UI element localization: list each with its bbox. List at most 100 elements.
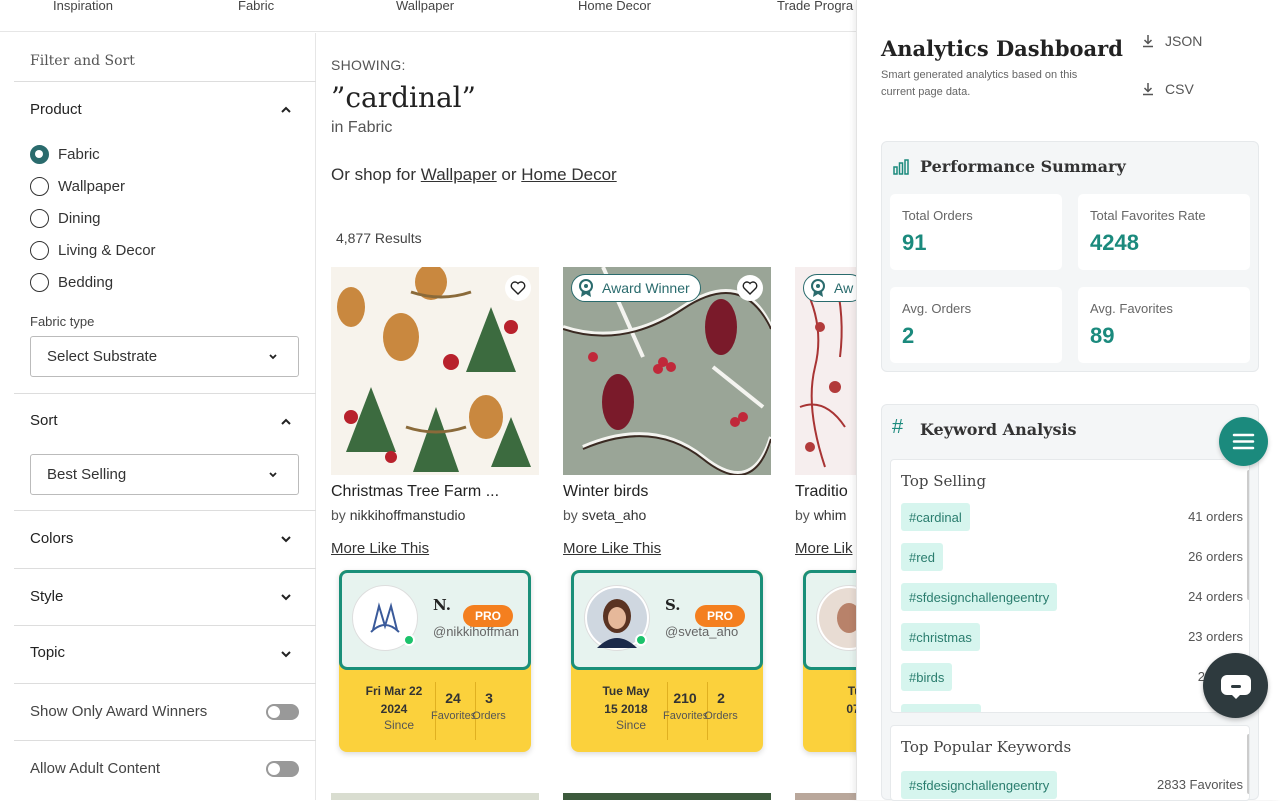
total-favorites-metric: Total Favorites Rate 4248 <box>1078 194 1250 270</box>
nav-home-decor[interactable]: Home Decor <box>578 0 651 13</box>
keyword-tag[interactable]: #sfdesignchallengeentry <box>901 771 1058 799</box>
radio-dining[interactable]: Dining <box>30 207 101 229</box>
author-link[interactable]: whim <box>814 507 847 523</box>
since-label: S <box>813 718 860 732</box>
since-date-line-2: 2024 <box>380 702 408 716</box>
chevron-up-icon[interactable] <box>280 416 292 428</box>
menu-fab-button[interactable] <box>1219 417 1268 466</box>
top-navigation: Inspiration Fabric Wallpaper Home Decor … <box>0 0 860 32</box>
csv-download-button[interactable]: CSV <box>1141 81 1194 97</box>
product-heading[interactable]: Product <box>30 101 82 118</box>
nav-fabric[interactable]: Fabric <box>238 0 274 13</box>
product-image[interactable]: Aw <box>795 267 860 475</box>
chevron-down-icon[interactable] <box>280 591 292 603</box>
home-decor-link[interactable]: Home Decor <box>521 165 616 184</box>
product-title[interactable]: Winter birds <box>563 483 771 501</box>
keyword-tag[interactable]: #cardinal <box>901 503 970 531</box>
sort-heading[interactable]: Sort <box>30 412 58 429</box>
select-value: Select Substrate <box>47 348 158 365</box>
metric-label: Avg. Orders <box>902 301 972 316</box>
more-like-this-link[interactable]: More Lik <box>795 540 860 557</box>
radio-fabric[interactable]: Fabric <box>30 143 100 165</box>
keyword-row[interactable]: #sfdesignchallengeentry 24 orders <box>901 583 1243 613</box>
divider <box>14 393 316 394</box>
json-download-button[interactable]: JSON <box>1141 33 1202 49</box>
product-title[interactable]: Traditio <box>795 483 860 501</box>
keyword-row[interactable]: #birds21 o <box>901 663 1243 693</box>
more-like-this-link[interactable]: More Like This <box>563 540 771 557</box>
keyword-tag[interactable]: #birds <box>901 663 953 691</box>
award-winners-toggle[interactable] <box>266 704 299 720</box>
keyword-tag-partial[interactable] <box>901 704 981 712</box>
favorite-heart-icon[interactable] <box>505 275 531 301</box>
orders-count: 3 <box>485 690 493 706</box>
author-link[interactable]: nikkihoffmanstudio <box>350 507 466 523</box>
pro-badge: PRO <box>695 605 745 627</box>
product-image-preview[interactable] <box>331 793 539 800</box>
product-card[interactable]: Award Winner Winter birds by sveta_aho M… <box>563 267 771 557</box>
radio-icon[interactable] <box>30 208 49 228</box>
keyword-row[interactable]: #christmas 23 orders <box>901 623 1243 653</box>
radio-bedding[interactable]: Bedding <box>30 271 113 293</box>
keyword-row[interactable]: #red 26 orders <box>901 543 1243 573</box>
radio-icon[interactable] <box>30 240 49 260</box>
product-title[interactable]: Christmas Tree Farm ... <box>331 483 539 501</box>
avatar[interactable] <box>817 586 860 650</box>
nav-inspiration[interactable]: Inspiration <box>53 0 113 13</box>
since-date-line-1: Tue <box>847 684 860 698</box>
radio-living-decor[interactable]: Living & Decor <box>30 239 156 261</box>
keyword-tag[interactable]: #sfdesignchallengeentry <box>901 583 1058 611</box>
designer-card[interactable]: N. @nikkihoffman PRO Fri Mar 22 2024 Sinc… <box>339 570 531 752</box>
author-link[interactable]: sveta_aho <box>582 507 647 523</box>
product-image-preview[interactable] <box>795 793 860 800</box>
adult-content-toggle[interactable] <box>266 761 299 777</box>
scrollbar[interactable] <box>1247 470 1249 600</box>
topic-heading[interactable]: Topic <box>30 644 65 661</box>
chevron-down-icon[interactable] <box>280 533 292 545</box>
wallpaper-link[interactable]: Wallpaper <box>421 165 497 184</box>
scrollbar[interactable] <box>1247 734 1249 794</box>
product-image[interactable]: Award Winner <box>563 267 771 475</box>
radio-label: Wallpaper <box>58 177 125 195</box>
designer-initial: S. <box>665 596 681 614</box>
by-label: by <box>331 507 346 523</box>
product-card[interactable]: Christmas Tree Farm ... by nikkihoffmans… <box>331 267 539 557</box>
chevron-up-icon[interactable] <box>280 104 292 116</box>
radio-wallpaper[interactable]: Wallpaper <box>30 175 125 197</box>
keyword-row[interactable]: #cardinal 41 orders <box>901 503 1243 533</box>
divider <box>14 81 316 82</box>
product-card[interactable]: Aw Traditio by whim More Lik <box>795 267 860 557</box>
product-image[interactable] <box>331 267 539 475</box>
radio-selected-icon[interactable] <box>30 144 49 164</box>
favorite-heart-icon[interactable] <box>737 275 763 301</box>
avg-favorites-metric: Avg. Favorites 89 <box>1078 287 1250 363</box>
substrate-select[interactable]: Select Substrate <box>30 336 299 377</box>
bar-chart-icon <box>893 159 909 175</box>
product-image-preview[interactable] <box>563 793 771 800</box>
designer-card[interactable]: S. @sveta_aho PRO Tue May 15 2018 Since 2… <box>571 570 763 752</box>
nav-trade-program[interactable]: Trade Progra <box>777 0 853 13</box>
designer-card[interactable]: Tue 07 2 S <box>803 570 860 752</box>
divider <box>14 510 316 511</box>
hash-icon: # <box>892 416 904 438</box>
nav-wallpaper[interactable]: Wallpaper <box>396 0 454 13</box>
sort-select[interactable]: Best Selling <box>30 454 299 495</box>
more-like-this-link[interactable]: More Like This <box>331 540 539 557</box>
chevron-down-icon[interactable] <box>280 648 292 660</box>
adult-content-label: Allow Adult Content <box>30 760 161 777</box>
radio-icon[interactable] <box>30 272 49 292</box>
chat-fab-button[interactable] <box>1203 653 1268 718</box>
keyword-tag[interactable]: #red <box>901 543 944 571</box>
download-icon <box>1143 83 1153 96</box>
orders-label: Orders <box>704 710 738 722</box>
by-label: by <box>563 507 578 523</box>
orders-count: 2 <box>717 690 725 706</box>
keyword-tag[interactable]: #christmas <box>901 623 980 651</box>
radio-icon[interactable] <box>30 176 49 196</box>
style-heading[interactable]: Style <box>30 588 63 605</box>
filter-sidebar: Filter and Sort Product Fabric Wallpaper… <box>0 33 316 800</box>
radio-label: Fabric <box>58 145 100 163</box>
or-shop-prefix: Or shop for <box>331 165 417 184</box>
keyword-row[interactable]: #sfdesignchallengeentry 2833 Favorites <box>901 771 1243 800</box>
colors-heading[interactable]: Colors <box>30 530 73 547</box>
